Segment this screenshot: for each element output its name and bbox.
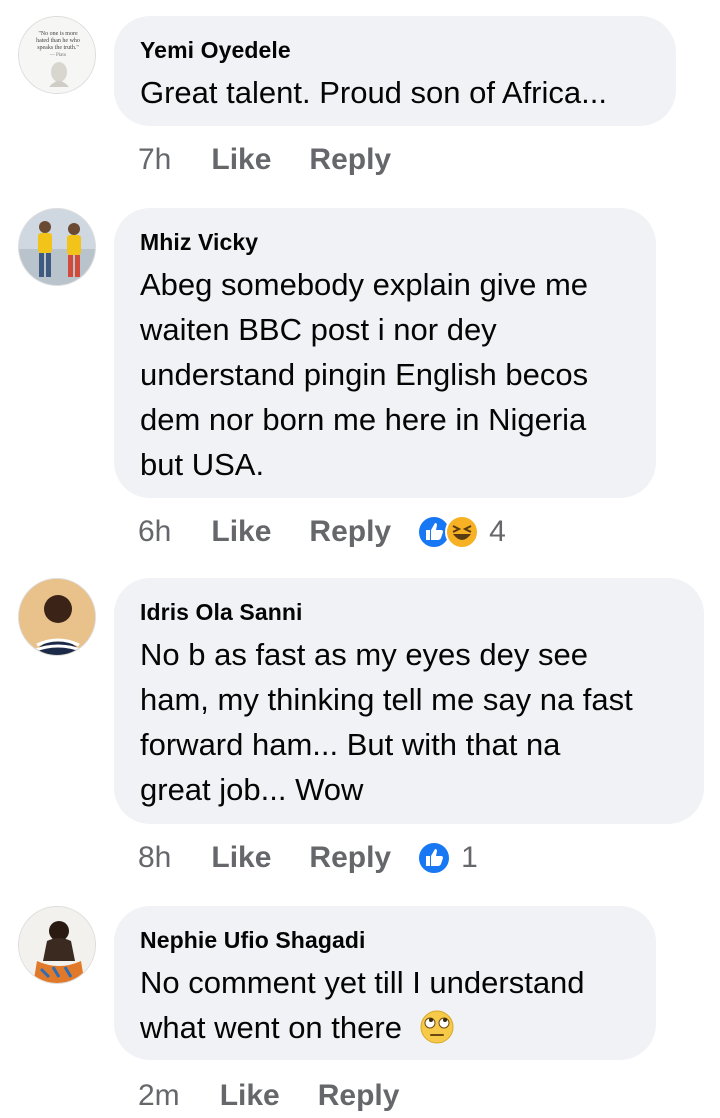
comment-bubble: Idris Ola Sanni No b as fast as my eyes …	[114, 578, 704, 824]
comment-text: Great talent. Proud son of Africa...	[140, 70, 650, 115]
comment-actions: 8h Like Reply 1	[138, 836, 478, 880]
like-button[interactable]: Like	[220, 1079, 280, 1113]
comment-text: No comment yet till I understand what we…	[140, 960, 630, 1050]
comment-text-line: No comment yet till I understand	[140, 965, 585, 1000]
avatar[interactable]	[18, 208, 96, 286]
comment-text-line: understand pingin English becos	[140, 357, 589, 392]
timestamp[interactable]: 2m	[138, 1079, 180, 1113]
profile-photo	[19, 907, 95, 983]
commenter-name[interactable]: Mhiz Vicky	[140, 228, 630, 256]
profile-photo	[19, 209, 95, 285]
comment-text: No b as fast as my eyes dey see ham, my …	[140, 632, 678, 812]
like-icon	[417, 841, 452, 875]
timestamp[interactable]: 8h	[138, 841, 171, 875]
haha-icon	[445, 515, 480, 549]
comment-actions: 6h Like Reply 4	[138, 510, 506, 554]
comment-text-line: what went on there	[140, 1010, 402, 1045]
comment-text-line: waiten BBC post i nor dey	[140, 312, 497, 347]
reactions-summary[interactable]: 1	[417, 841, 478, 875]
comment-text-line: forward ham... But with that na	[140, 727, 561, 762]
avatar-quote-author: — Plato	[49, 53, 67, 58]
reply-button[interactable]: Reply	[309, 515, 391, 549]
avatar[interactable]	[18, 578, 96, 656]
commenter-name[interactable]: Nephie Ufio Shagadi	[140, 926, 630, 954]
comment-bubble: Nephie Ufio Shagadi No comment yet till …	[114, 906, 656, 1060]
reply-button[interactable]: Reply	[309, 841, 391, 875]
eye-roll-emoji-icon	[420, 1010, 454, 1044]
quote-portrait-image: "No one is more hated than he who speaks…	[19, 17, 95, 93]
like-button[interactable]: Like	[211, 515, 271, 549]
comment-text-line-with-emoji: what went on there	[140, 1005, 630, 1050]
commenter-name[interactable]: Yemi Oyedele	[140, 36, 650, 64]
reactions-summary[interactable]: 4	[417, 515, 506, 549]
avatar-quote-line-2: hated than he who	[36, 38, 80, 44]
comment-actions: 2m Like Reply	[138, 1074, 437, 1118]
comment-bubble: Mhiz Vicky Abeg somebody explain give me…	[114, 208, 656, 498]
like-button[interactable]: Like	[211, 841, 271, 875]
reaction-count: 1	[461, 841, 478, 874]
comment-text-line: Abeg somebody explain give me	[140, 267, 589, 302]
reply-button[interactable]: Reply	[309, 143, 391, 177]
avatar-quote-line-1: "No one is more	[38, 31, 78, 37]
timestamp[interactable]: 7h	[138, 143, 171, 177]
comment-text-line: dem nor born me here in Nigeria	[140, 402, 587, 437]
reaction-count: 4	[489, 515, 506, 548]
like-button[interactable]: Like	[211, 143, 271, 177]
commenter-name[interactable]: Idris Ola Sanni	[140, 598, 678, 626]
avatar[interactable]: "No one is more hated than he who speaks…	[18, 16, 96, 94]
profile-photo	[19, 579, 95, 655]
timestamp[interactable]: 6h	[138, 515, 171, 549]
reply-button[interactable]: Reply	[318, 1079, 400, 1113]
comment-text-line: but USA.	[140, 447, 265, 482]
avatar-quote-line-3: speaks the truth."	[37, 45, 79, 51]
comment-text-line: great job... Wow	[140, 772, 364, 807]
comment-text-line: ham, my thinking tell me say na fast	[140, 682, 633, 717]
comment-text: Abeg somebody explain give me waiten BBC…	[140, 262, 630, 487]
comment-text-line: Great talent. Proud son of Africa...	[140, 75, 607, 110]
comment-bubble: Yemi Oyedele Great talent. Proud son of …	[114, 16, 676, 126]
avatar[interactable]	[18, 906, 96, 984]
comment-text-line: No b as fast as my eyes dey see	[140, 637, 588, 672]
comment-actions: 7h Like Reply	[138, 138, 429, 182]
